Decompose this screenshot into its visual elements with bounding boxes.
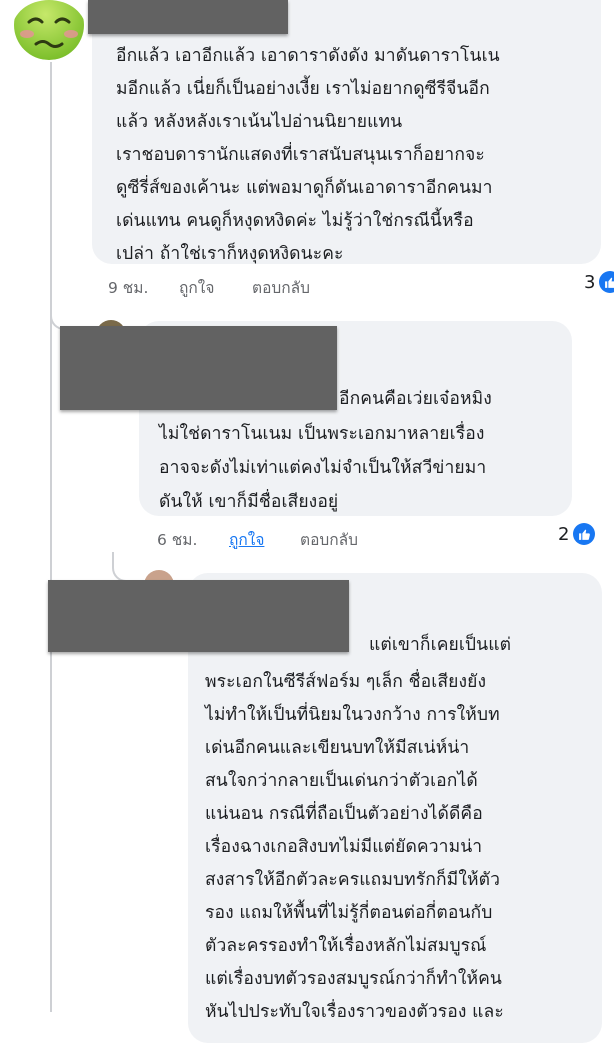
reply-button[interactable]: ตอบกลับ (300, 527, 358, 552)
comment-text-line: อีกคนคือเว่ยเจ๋อหมิง (339, 389, 492, 409)
comment-text-line: ตัวละครรองทำให้เรื่องหลักไม่สมบูรณ์ (205, 936, 487, 956)
redacted-username (48, 580, 349, 652)
comment-text-line: อาจจะดังไม่เท่าแต่คงไม่จำเป็นให้สวีข่ายม… (159, 458, 487, 478)
like-thumb-icon (573, 523, 596, 545)
comment-text-line: แน่นอน กรณีที่ถือเป็นตัวอย่างได้ดีคือ (205, 804, 483, 824)
comment-text-line: แต่เรื่องบทตัวรองสมบูรณ์กว่าก็ทำให้คน (205, 969, 502, 989)
comment-actions-1: 9 ชม. ถูกใจ ตอบกลับ (108, 275, 408, 297)
comment-text-line: มอีกแล้ว เนี่ยก็เป็นอย่างเงี้ย เราไม่อยา… (116, 79, 490, 99)
comment-text-line: อีกแล้ว เอาอีกแล้ว เอาดาราดังดัง มาดันดา… (116, 46, 500, 66)
comment-actions-2: 6 ชม. ถูกใจ ตอบกลับ (157, 527, 457, 549)
comment-text-line: หันไปประทับใจเรื่องราวของตัวรอง และ (205, 1002, 504, 1022)
comment-text-line: เด่นแทน คนดูก็หงุดหงิดค่ะ ไม่รู้ว่าใช่กร… (116, 211, 474, 231)
thread-connector (50, 62, 52, 1012)
sick-face-emoji-icon (14, 0, 84, 60)
redacted-username (60, 326, 337, 410)
thread-branch (112, 552, 148, 582)
like-thumb-icon (599, 271, 614, 293)
comment-text-line: เปล่า ถ้าใช่เราก็หงุดหงิดนะคะ (116, 244, 344, 264)
comment-text-line: พระเอกในซีรีส์ฟอร์ม ๆเล็ก ชื่อเสียงยัง (205, 672, 487, 692)
comment-text-line: เรื่องฉางเกอสิงบทไม่มีแต่ยัดความน่า (205, 837, 483, 857)
reaction-count: 3 (584, 271, 596, 293)
like-button[interactable]: ถูกใจ (229, 527, 264, 552)
comment-text-line: สงสารให้อีกตัวละครแถมบทรักก็มีให้ตัว (205, 870, 500, 890)
avatar-sick-emoji[interactable] (12, 0, 86, 60)
timestamp[interactable]: 9 ชม. (108, 275, 148, 300)
reply-button[interactable]: ตอบกลับ (252, 275, 310, 300)
comment-text-line: ไม่ทำให้เป็นที่นิยมในวงกว้าง การให้บท (205, 705, 500, 725)
comment-text-line: สนใจกว่ากลายเป็นเด่นกว่าตัวเอกได้ (205, 771, 478, 791)
reaction-count: 2 (558, 523, 570, 545)
comment-text-line: แล้ว หลังหลังเราเน้นไปอ่านนิยายแทน (116, 112, 403, 132)
comment-text-line: รอง แถมให้พื้นที่ไม่รู้กี่ตอนต่อกี่ตอนกั… (205, 903, 493, 923)
comment-text-line: ไม่ใช่ดาราโนเนม เป็นพระเอกมาหลายเรื่อง (159, 424, 485, 444)
comment-text-line: แต่เขาก็เคยเป็นแต่ (369, 635, 512, 655)
reaction-count-2[interactable]: 2 (558, 523, 596, 545)
comment-text-line: เราชอบดารานักแสดงที่เราสนับสนุนเราก็อยาก… (116, 145, 485, 165)
comment-text-line: เด่นอีกคนและเขียนบทให้มีสเน่ห์น่า (205, 738, 470, 758)
redacted-username (88, 0, 288, 34)
comment-text-line: ดูซีรี่ส์ของเค้านะ แต่พอมาดูก็ดันเอาดารา… (116, 178, 493, 198)
like-button[interactable]: ถูกใจ (179, 275, 214, 300)
timestamp[interactable]: 6 ชม. (157, 527, 197, 552)
reaction-count-1[interactable]: 3 (584, 271, 614, 293)
comment-text-line: ดันให้ เขาก็มีชื่อเสียงอยู่ (159, 492, 339, 512)
